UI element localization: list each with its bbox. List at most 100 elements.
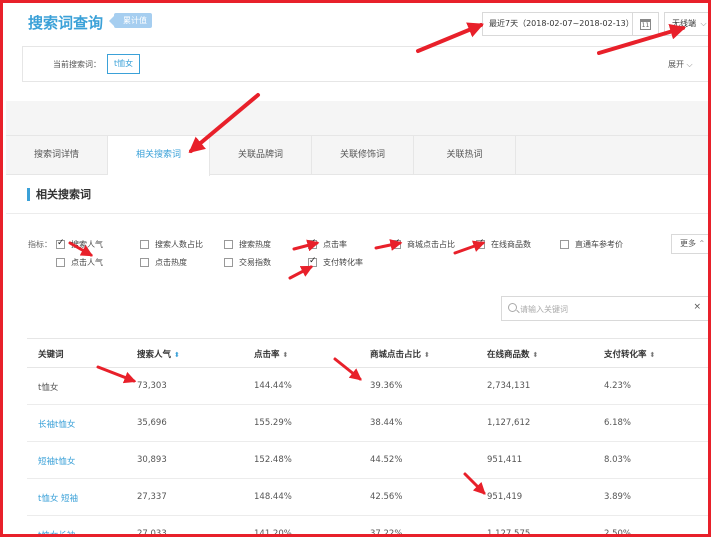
section-title: 相关搜索词 — [27, 188, 91, 201]
keyword-search-input[interactable] — [520, 301, 680, 317]
calendar-icon: 11 — [640, 19, 651, 30]
more-label: 更多 — [680, 239, 696, 248]
table-cell: 8.03% — [604, 455, 632, 465]
keyword-link[interactable]: t恤女长袖 — [38, 529, 75, 534]
metric-label: 搜索人数占比 — [155, 240, 203, 249]
table-cell: 144.44% — [254, 381, 292, 391]
column-header-keyword: 关键词 — [38, 348, 64, 360]
table-row: 短袖t恤女 30,893 152.48% 44.52% 951,411 8.03… — [27, 442, 708, 479]
column-header-mall-click-share[interactable]: 商城点击占比 ⬍ — [370, 348, 430, 360]
table-row: t恤女 73,303 144.44% 39.36% 2,734,131 4.23… — [27, 368, 708, 405]
tab-bar: 搜索词详情 相关搜索词 关联品牌词 关联修饰词 关联热词 — [6, 135, 708, 176]
checkbox-checked-icon — [308, 256, 317, 267]
table-cell: 1,127,575 — [487, 529, 531, 537]
metric-checkbox-search-heat[interactable]: 搜索热度 — [224, 239, 271, 250]
search-icon — [508, 303, 517, 312]
column-header-click-rate[interactable]: 点击率 ⬍ — [254, 348, 288, 360]
metric-checkbox-click-popularity[interactable]: 点击人气 — [56, 257, 103, 268]
spacer-band — [6, 101, 708, 135]
checkbox-empty-icon — [224, 258, 233, 267]
chevron-down-icon: ⌵ — [686, 60, 693, 69]
table-header: 关键词 搜索人气 ⬍ 点击率 ⬍ 商城点击占比 ⬍ 在线商品数 ⬍ 支付转化率 ⬍ — [27, 338, 708, 368]
table-cell: 4.23% — [604, 381, 632, 391]
device-select[interactable]: 无线端 ⌵ — [664, 12, 708, 36]
header-label: 点击率 — [254, 350, 280, 360]
sort-icon: ⬍ — [424, 351, 430, 359]
column-header-payment-conversion[interactable]: 支付转化率 ⬍ — [604, 348, 655, 360]
header-label: 关键词 — [38, 350, 64, 360]
cumulative-badge: 累计值 — [109, 13, 152, 28]
keyword-link[interactable]: 长袖t恤女 — [38, 418, 75, 430]
table-cell: 39.36% — [370, 381, 403, 391]
metric-checkbox-click-rate[interactable]: 点击率 — [308, 238, 347, 250]
current-keyword-tag[interactable]: t恤女 — [107, 54, 141, 74]
sort-icon: ⬍ — [649, 351, 656, 359]
checkbox-empty-icon — [140, 240, 149, 249]
divider — [6, 213, 708, 214]
table-cell: 37.22% — [370, 529, 403, 537]
table-cell: 3.89% — [604, 492, 632, 502]
table-cell: 2,734,131 — [487, 381, 531, 391]
metric-checkbox-searcher-share[interactable]: 搜索人数占比 — [140, 239, 203, 250]
table-cell: 155.29% — [254, 418, 292, 428]
chevron-down-icon: ⌵ — [700, 19, 707, 28]
metric-checkbox-mall-click-share[interactable]: 商城点击占比 — [392, 238, 455, 250]
sort-icon: ⬍ — [174, 351, 180, 359]
metric-checkbox-online-products[interactable]: 在线商品数 — [476, 238, 531, 250]
checkbox-checked-icon — [56, 238, 65, 249]
metrics-label: 指标： — [28, 240, 52, 249]
metric-checkbox-transaction-index[interactable]: 交易指数 — [224, 257, 271, 268]
metric-label: 点击率 — [323, 240, 347, 249]
column-header-search-popularity[interactable]: 搜索人气 ⬍ — [137, 348, 180, 360]
keyword-search-box: × — [501, 296, 708, 321]
metric-checkbox-click-heat[interactable]: 点击热度 — [140, 257, 187, 268]
checkbox-checked-icon — [308, 238, 317, 249]
header-label: 商城点击占比 — [370, 350, 422, 360]
table-row: t恤女 短袖 27,337 148.44% 42.56% 951,419 3.8… — [27, 479, 708, 516]
checkbox-checked-icon — [476, 238, 485, 249]
table-cell: 951,419 — [487, 492, 523, 502]
metric-label: 直通车参考价 — [575, 240, 623, 249]
close-icon[interactable]: × — [693, 302, 701, 312]
page-title: 搜索词查询 — [28, 14, 104, 32]
column-header-online-products[interactable]: 在线商品数 ⬍ — [487, 348, 538, 360]
more-button[interactable]: 更多 ⌃ — [671, 234, 708, 254]
table-cell: 73,303 — [137, 381, 167, 391]
tab-related-brand-terms[interactable]: 关联品牌词 — [210, 136, 312, 175]
table-cell: 141.20% — [254, 529, 292, 537]
table-cell: 27,033 — [137, 529, 167, 537]
table-cell: 30,893 — [137, 455, 167, 465]
table-row: 长袖t恤女 35,696 155.29% 38.44% 1,127,612 6.… — [27, 405, 708, 442]
metric-checkbox-ztc-reference-price[interactable]: 直通车参考价 — [560, 239, 623, 250]
keyword-link[interactable]: 短袖t恤女 — [38, 455, 75, 467]
current-keyword-label: 当前搜索词： — [53, 60, 101, 69]
tab-related-search-terms[interactable]: 相关搜索词 — [108, 136, 210, 176]
current-keyword-panel: 当前搜索词： t恤女 展开 ⌵ — [22, 46, 708, 82]
tab-related-hot-terms[interactable]: 关联热词 — [414, 136, 516, 175]
metric-checkbox-payment-conversion[interactable]: 支付转化率 — [308, 256, 363, 268]
tab-related-modifier-terms[interactable]: 关联修饰词 — [312, 136, 414, 175]
table-cell: 951,411 — [487, 455, 523, 465]
header-label: 支付转化率 — [604, 350, 647, 360]
metric-label: 搜索人气 — [71, 240, 103, 249]
table-row: t恤女长袖 27,033 141.20% 37.22% 1,127,575 2.… — [27, 516, 708, 537]
checkbox-checked-icon — [392, 238, 401, 249]
keyword-link[interactable]: t恤女 短袖 — [38, 492, 78, 504]
calendar-button[interactable]: 11 — [633, 12, 659, 36]
checkbox-empty-icon — [224, 240, 233, 249]
page-header: 搜索词查询 累计值 最近7天（2018-02-07~2018-02-13） 11… — [6, 6, 708, 101]
tab-search-term-detail[interactable]: 搜索词详情 — [6, 136, 108, 175]
metric-label: 在线商品数 — [491, 240, 531, 249]
keyword-cell: t恤女 — [38, 383, 59, 393]
header-label: 在线商品数 — [487, 350, 530, 360]
header-label: 搜索人气 — [137, 350, 172, 360]
device-select-label: 无线端 — [672, 19, 696, 28]
expand-link[interactable]: 展开 ⌵ — [668, 59, 693, 70]
metric-checkbox-search-popularity[interactable]: 搜索人气 — [56, 238, 103, 250]
annotation-arrow — [288, 265, 314, 280]
table-cell: 6.18% — [604, 418, 632, 428]
table-cell: 42.56% — [370, 492, 403, 502]
table-cell: 35,696 — [137, 418, 167, 428]
table-cell: 38.44% — [370, 418, 403, 428]
date-range-selector[interactable]: 最近7天（2018-02-07~2018-02-13） — [482, 12, 634, 36]
